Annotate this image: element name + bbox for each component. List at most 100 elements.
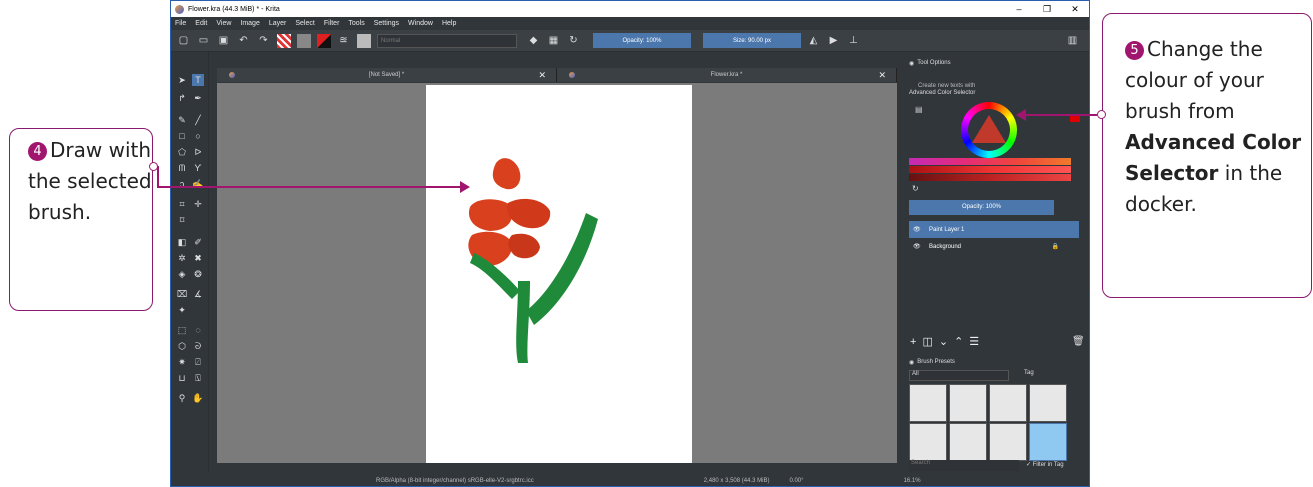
duplicate-layer-icon[interactable]: ◫ bbox=[922, 336, 938, 348]
visibility-eye-icon[interactable]: 👁 bbox=[913, 226, 921, 233]
menu-window[interactable]: Window bbox=[408, 20, 433, 27]
hue-slider[interactable] bbox=[909, 158, 1071, 165]
wrap-icon[interactable]: ⊥ bbox=[847, 34, 860, 47]
preset-thumbnail-selected[interactable] bbox=[1029, 423, 1067, 461]
reload-preset-icon[interactable]: ↻ bbox=[567, 34, 580, 47]
canvas-area[interactable] bbox=[217, 83, 897, 463]
magic-wand-icon[interactable]: ✷ bbox=[176, 356, 188, 368]
bezier-tool-icon[interactable]: ᗰ bbox=[176, 162, 188, 174]
menu-edit[interactable]: Edit bbox=[195, 20, 207, 27]
zoom-readout[interactable]: 16.1% bbox=[904, 478, 921, 484]
freehand-path-icon[interactable]: ϒ bbox=[192, 162, 204, 174]
layers-opacity-field[interactable]: Opacity: 100% bbox=[909, 200, 1054, 215]
close-tab-icon[interactable]: ✕ bbox=[878, 70, 886, 81]
layer-background[interactable]: 👁 Background 🔒 bbox=[909, 238, 1079, 255]
similar-select-icon[interactable]: ⍁ bbox=[192, 356, 204, 368]
edit-shapes-icon[interactable]: ↱ bbox=[176, 92, 188, 104]
crop-tool-icon[interactable]: ⌗ bbox=[176, 198, 188, 210]
calligraphy-icon[interactable]: ✒ bbox=[192, 92, 204, 104]
pattern-fill-icon[interactable]: ❂ bbox=[192, 268, 204, 280]
layer-paint-layer-1[interactable]: 👁 Paint Layer 1 bbox=[909, 221, 1079, 238]
menu-settings[interactable]: Settings bbox=[374, 20, 399, 27]
move-up-icon[interactable]: ⌃ bbox=[954, 336, 969, 348]
multibrush-icon[interactable]: ✍ bbox=[192, 178, 204, 190]
blend-mode-select[interactable]: Normal bbox=[377, 33, 517, 48]
preset-filter-select[interactable]: All bbox=[909, 370, 1009, 381]
value-slider[interactable] bbox=[909, 174, 1071, 181]
visibility-eye-icon[interactable]: 👁 bbox=[913, 243, 921, 250]
fg-bg-color-swatch[interactable] bbox=[317, 33, 331, 48]
mirror-horizontal-icon[interactable]: ◭ bbox=[807, 34, 820, 47]
line-tool-icon[interactable]: ╱ bbox=[192, 114, 204, 126]
select-shapes-icon[interactable]: ➤ bbox=[176, 74, 188, 86]
close-icon[interactable]: ✕ bbox=[1061, 4, 1089, 15]
layer-properties-icon[interactable]: ☰ bbox=[969, 336, 985, 348]
dynamic-brush-icon[interactable]: ↄ bbox=[176, 178, 188, 190]
color-refresh-icon[interactable]: ↻ bbox=[912, 184, 919, 193]
ellipse-select-icon[interactable]: ◌ bbox=[192, 324, 204, 336]
ellipse-tool-icon[interactable]: ○ bbox=[192, 130, 204, 142]
play-icon[interactable]: ▶ bbox=[827, 34, 840, 47]
add-layer-icon[interactable]: + bbox=[910, 336, 922, 348]
pan-tool-icon[interactable]: ✋ bbox=[192, 392, 204, 404]
gradient-swatch[interactable] bbox=[277, 33, 291, 48]
preset-search-input[interactable]: Search bbox=[909, 460, 1019, 471]
bezier-select-icon[interactable]: ⊔ bbox=[176, 372, 188, 384]
menu-image[interactable]: Image bbox=[240, 20, 259, 27]
text-tool-icon[interactable]: T bbox=[192, 74, 204, 86]
brush-preset-icon[interactable] bbox=[357, 33, 371, 48]
minimize-icon[interactable]: – bbox=[1005, 4, 1033, 15]
rectangle-tool-icon[interactable]: □ bbox=[176, 130, 188, 142]
menu-file[interactable]: File bbox=[175, 20, 186, 27]
menu-select[interactable]: Select bbox=[295, 20, 314, 27]
tab-not-saved[interactable]: [Not Saved] * ✕ bbox=[217, 68, 557, 82]
preserve-alpha-icon[interactable]: ▦ bbox=[547, 34, 560, 47]
preset-thumbnail[interactable] bbox=[989, 384, 1027, 422]
open-document-icon[interactable]: ▭ bbox=[197, 34, 210, 47]
undo-icon[interactable]: ↶ bbox=[237, 34, 250, 47]
pattern-swatch[interactable] bbox=[297, 33, 311, 48]
color-picker-icon[interactable]: ✐ bbox=[192, 236, 204, 248]
reference-tool-icon[interactable]: ⌧ bbox=[176, 288, 188, 300]
preset-thumbnail[interactable] bbox=[909, 384, 947, 422]
save-icon[interactable]: ▣ bbox=[217, 34, 230, 47]
preset-thumbnail[interactable] bbox=[909, 423, 947, 461]
color-selector-settings-icon[interactable]: ▤ bbox=[915, 105, 923, 114]
magnetic-select-icon[interactable]: ⍂ bbox=[192, 372, 204, 384]
new-document-icon[interactable]: ▢ bbox=[177, 34, 190, 47]
delete-layer-icon[interactable]: 🗑 bbox=[1072, 336, 1085, 347]
smart-patch-icon[interactable]: ✲ bbox=[176, 252, 188, 264]
color-triangle[interactable] bbox=[972, 115, 1006, 143]
close-tab-icon[interactable]: ✕ bbox=[538, 70, 546, 81]
freehand-brush-icon[interactable]: ✎ bbox=[176, 114, 188, 126]
measure-tool-icon[interactable]: ∡ bbox=[192, 288, 204, 300]
filter-in-tag-checkbox[interactable]: ✓ Filter in Tag bbox=[1026, 461, 1064, 468]
move-tool-icon[interactable]: ✛ bbox=[192, 198, 204, 210]
brush-settings-icon[interactable]: ≊ bbox=[337, 34, 350, 47]
preset-thumbnail[interactable] bbox=[949, 384, 987, 422]
menu-tools[interactable]: Tools bbox=[348, 20, 364, 27]
gradient-tool-icon[interactable]: ◧ bbox=[176, 236, 188, 248]
preset-thumbnail[interactable] bbox=[1029, 384, 1067, 422]
polyline-tool-icon[interactable]: ᐅ bbox=[192, 146, 204, 158]
polygon-tool-icon[interactable]: ⬠ bbox=[176, 146, 188, 158]
opacity-slider[interactable]: Opacity: 100% bbox=[593, 33, 691, 48]
canvas-page[interactable] bbox=[426, 85, 692, 463]
freehand-select-icon[interactable]: ᘐ bbox=[192, 340, 204, 352]
polygon-select-icon[interactable]: ⬡ bbox=[176, 340, 188, 352]
preset-thumbnail[interactable] bbox=[949, 423, 987, 461]
tab-flower[interactable]: Flower.kra * ✕ bbox=[557, 68, 897, 82]
rect-select-icon[interactable]: ⬚ bbox=[176, 324, 188, 336]
restore-icon[interactable]: ❐ bbox=[1033, 4, 1061, 15]
eraser-icon[interactable]: ◆ bbox=[527, 34, 540, 47]
menu-filter[interactable]: Filter bbox=[324, 20, 340, 27]
transform-tool-icon[interactable]: ⌑ bbox=[176, 214, 188, 226]
rotation-readout[interactable]: 0.00° bbox=[789, 478, 803, 484]
size-slider[interactable]: Size: 90.00 px bbox=[703, 33, 801, 48]
zoom-tool-icon[interactable]: ⚲ bbox=[176, 392, 188, 404]
redo-icon[interactable]: ↷ bbox=[257, 34, 270, 47]
menu-layer[interactable]: Layer bbox=[269, 20, 287, 27]
preset-thumbnail[interactable] bbox=[989, 423, 1027, 461]
tag-button[interactable]: Tag bbox=[1024, 370, 1034, 376]
lock-icon[interactable]: 🔒 bbox=[1052, 243, 1059, 250]
